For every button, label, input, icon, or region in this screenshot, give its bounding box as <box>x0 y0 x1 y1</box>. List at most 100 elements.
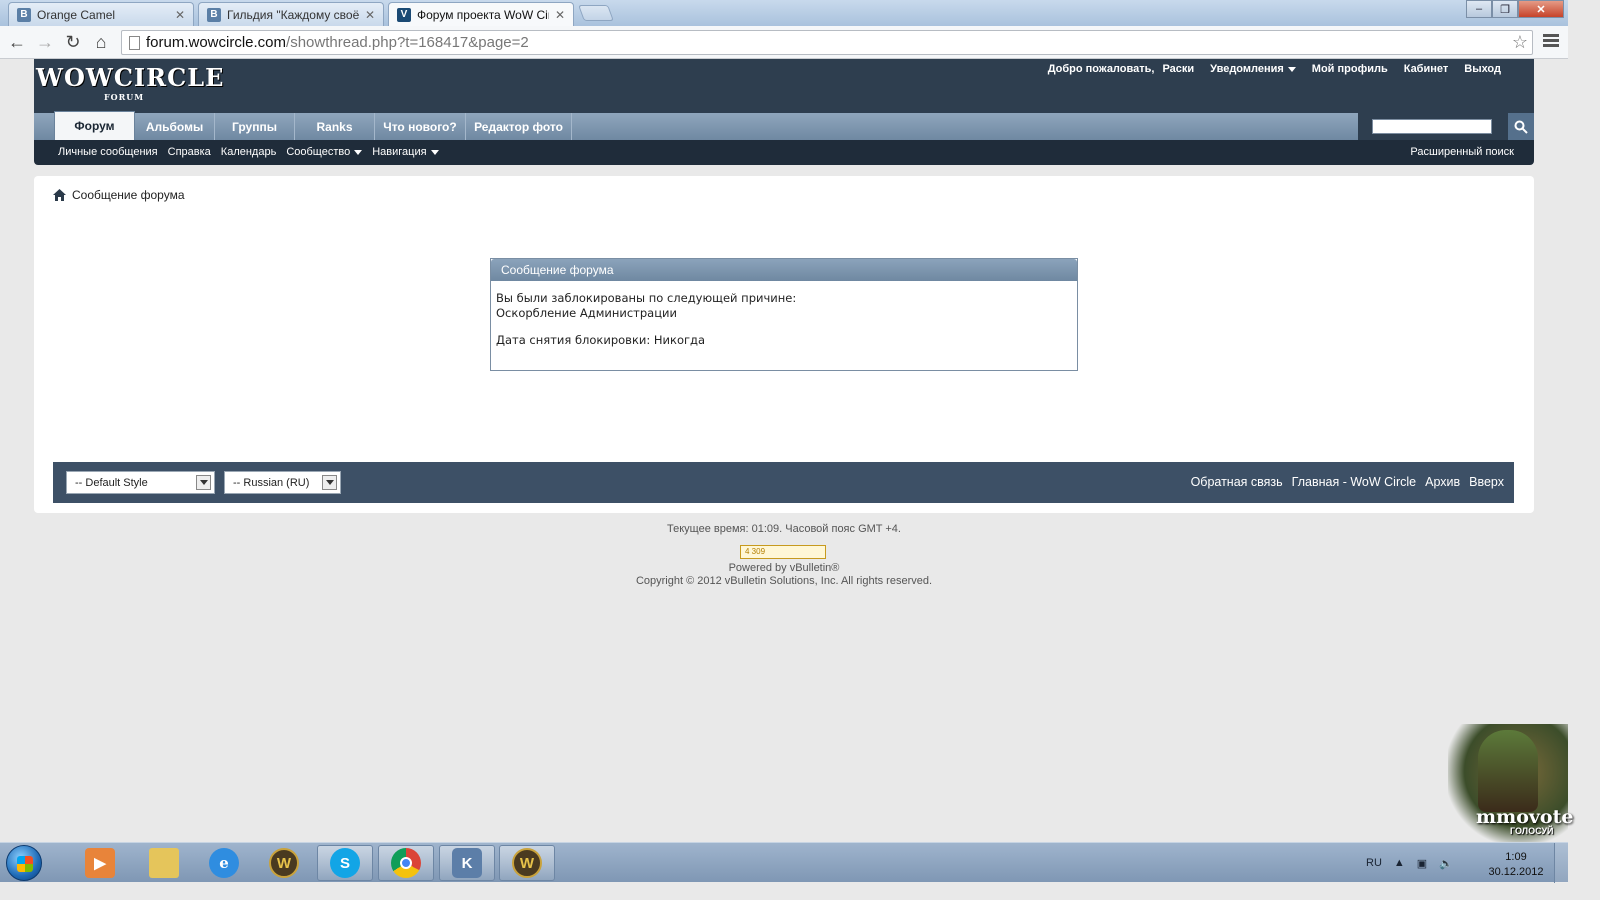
skype-icon: S <box>330 848 360 878</box>
taskbar-explorer[interactable] <box>136 845 192 881</box>
vk-favicon-icon: В <box>207 7 221 22</box>
back-arrow-icon[interactable]: ← <box>6 31 28 53</box>
help-link[interactable]: Справка <box>168 146 211 158</box>
current-time-text: Текущее время: 01:09. Часовой пояс GMT +… <box>667 523 901 535</box>
vbulletin-favicon-icon: V <box>397 7 411 22</box>
window-controls: – ❐ ✕ <box>1466 0 1564 18</box>
taskbar-media-player[interactable]: ▶ <box>72 845 128 881</box>
archive-link[interactable]: Архив <box>1425 475 1460 489</box>
new-tab-button[interactable] <box>578 5 614 21</box>
chrome-menu-icon[interactable] <box>1543 34 1559 49</box>
network-icon[interactable]: ▣ <box>1417 857 1427 870</box>
tab-albums[interactable]: Альбомы <box>135 113 215 140</box>
username-link[interactable]: Раски <box>1162 63 1194 75</box>
volume-icon[interactable]: 🔈 <box>1439 857 1453 870</box>
taskbar-chrome[interactable] <box>378 845 434 881</box>
dropdown-caret-icon <box>1287 66 1296 72</box>
forum-message-box: Сообщение форума Вы были заблокированы п… <box>490 258 1078 371</box>
footer-links: Обратная связь Главная - WoW Circle Архи… <box>1191 475 1504 489</box>
tab-title: Гильдия "Каждому своё" <box>227 7 359 22</box>
site-logo[interactable]: WOWCIRCLE <box>36 65 224 91</box>
window-close-icon[interactable]: ✕ <box>1518 0 1564 18</box>
homepage-link[interactable]: Главная - WoW Circle <box>1292 475 1416 489</box>
internet-explorer-icon: e <box>209 848 239 878</box>
tab-title: Форум проекта WoW Cir <box>417 7 549 22</box>
navigation-label: Навигация <box>372 146 427 158</box>
taskbar-clock[interactable]: 1:09 30.12.2012 <box>1484 850 1548 880</box>
advanced-search-link[interactable]: Расширенный поиск <box>1410 146 1514 158</box>
ban-reason-intro: Вы были заблокированы по следующей причи… <box>496 291 797 305</box>
taskbar-ie[interactable]: e <box>196 845 252 881</box>
community-menu[interactable]: Сообщество <box>286 146 363 158</box>
reload-icon[interactable]: ↻ <box>62 31 84 53</box>
back-to-top-link[interactable]: Вверх <box>1469 475 1504 489</box>
orc-character-image <box>1478 730 1538 812</box>
show-desktop-button[interactable] <box>1554 843 1568 883</box>
tab-forum[interactable]: Форум <box>54 111 135 140</box>
quick-search <box>1358 113 1534 140</box>
tab-photo-editor[interactable]: Редактор фото <box>466 113 572 140</box>
clock-time: 1:09 <box>1505 851 1527 863</box>
forum-header: WOWCIRCLE FORUM Добро пожаловать, Раски … <box>34 59 1534 113</box>
taskbar-wow-launcher[interactable]: W <box>256 845 312 881</box>
tab-close-icon[interactable]: ✕ <box>555 8 565 22</box>
restore-icon[interactable]: ❐ <box>1492 0 1518 18</box>
home-icon[interactable] <box>53 189 66 201</box>
browser-tabstrip: В Orange Camel ✕ В Гильдия "Каждому своё… <box>0 0 1568 26</box>
system-tray: RU ▲ ▣ 🔈 <box>1366 843 1453 883</box>
search-input[interactable] <box>1372 119 1492 134</box>
cabinet-link[interactable]: Кабинет <box>1404 63 1449 75</box>
welcome-text: Добро пожаловать, <box>1047 63 1155 75</box>
logout-link[interactable]: Выход <box>1464 63 1501 75</box>
mmovote-widget[interactable]: mmovote ГОЛОСУЙ <box>1448 724 1573 842</box>
counter-value: 4 309 <box>745 547 766 556</box>
forum-footer-bar: -- Default Style -- Russian (RU) Обратна… <box>53 462 1514 503</box>
tab-whats-new[interactable]: Что нового? <box>375 113 466 140</box>
copyright-text: Copyright © 2012 vBulletin Solutions, In… <box>635 575 933 587</box>
style-select[interactable]: -- Default Style <box>66 471 215 494</box>
feedback-link[interactable]: Обратная связь <box>1191 475 1283 489</box>
ban-reason: Оскорбление Администрации <box>496 306 678 320</box>
powered-by-text: Powered by vBulletin® <box>728 562 840 574</box>
navigation-menu[interactable]: Навигация <box>372 146 439 158</box>
user-toplinks: Добро пожаловать, Раски Уведомления Мой … <box>1048 63 1501 75</box>
taskbar-wow-game[interactable]: W <box>499 845 555 881</box>
community-label: Сообщество <box>286 146 351 158</box>
shield-app-icon: K <box>452 848 482 878</box>
wow-icon: W <box>269 848 299 878</box>
wow-icon: W <box>512 848 542 878</box>
language-indicator[interactable]: RU <box>1366 857 1382 869</box>
tab-close-icon[interactable]: ✕ <box>365 8 375 22</box>
start-button[interactable] <box>6 845 42 881</box>
dropdown-caret-icon <box>354 149 363 155</box>
notifications-menu[interactable]: Уведомления <box>1210 63 1296 75</box>
tab-close-icon[interactable]: ✕ <box>175 8 185 22</box>
browser-tab-1[interactable]: В Orange Camel ✕ <box>8 2 194 26</box>
select-arrow-icon <box>196 475 211 490</box>
browser-tab-2[interactable]: В Гильдия "Каждому своё" ✕ <box>198 2 384 26</box>
chrome-icon <box>391 848 421 878</box>
tray-expand-icon[interactable]: ▲ <box>1394 857 1405 869</box>
page-icon <box>129 36 140 50</box>
browser-tab-3-active[interactable]: V Форум проекта WoW Cir ✕ <box>388 2 574 26</box>
calendar-link[interactable]: Календарь <box>221 146 277 158</box>
tab-groups[interactable]: Группы <box>215 113 295 140</box>
windows-logo-icon <box>17 856 33 872</box>
search-button[interactable] <box>1508 113 1534 140</box>
ban-lift-date: Дата снятия блокировки: Никогда <box>496 333 706 347</box>
minimize-icon[interactable]: – <box>1466 0 1492 18</box>
address-bar[interactable]: forum.wowcircle.com/showthread.php?t=168… <box>121 30 1533 55</box>
home-icon[interactable]: ⌂ <box>90 31 112 53</box>
forward-arrow-icon[interactable]: → <box>34 31 56 53</box>
taskbar-app-shield[interactable]: K <box>439 845 495 881</box>
language-select[interactable]: -- Russian (RU) <box>224 471 341 494</box>
private-messages-link[interactable]: Личные сообщения <box>58 146 158 158</box>
tab-ranks[interactable]: Ranks <box>295 113 375 140</box>
mmovote-logo: mmovote <box>1476 806 1574 828</box>
bookmark-star-icon[interactable]: ☆ <box>1512 32 1528 53</box>
site-logo-sub: FORUM <box>104 92 145 102</box>
visit-counter-badge[interactable]: 4 309 <box>740 545 826 559</box>
page-content: Сообщение форума Сообщение форума Вы был… <box>34 176 1534 513</box>
taskbar-skype[interactable]: S <box>317 845 373 881</box>
my-profile-link[interactable]: Мой профиль <box>1312 63 1388 75</box>
